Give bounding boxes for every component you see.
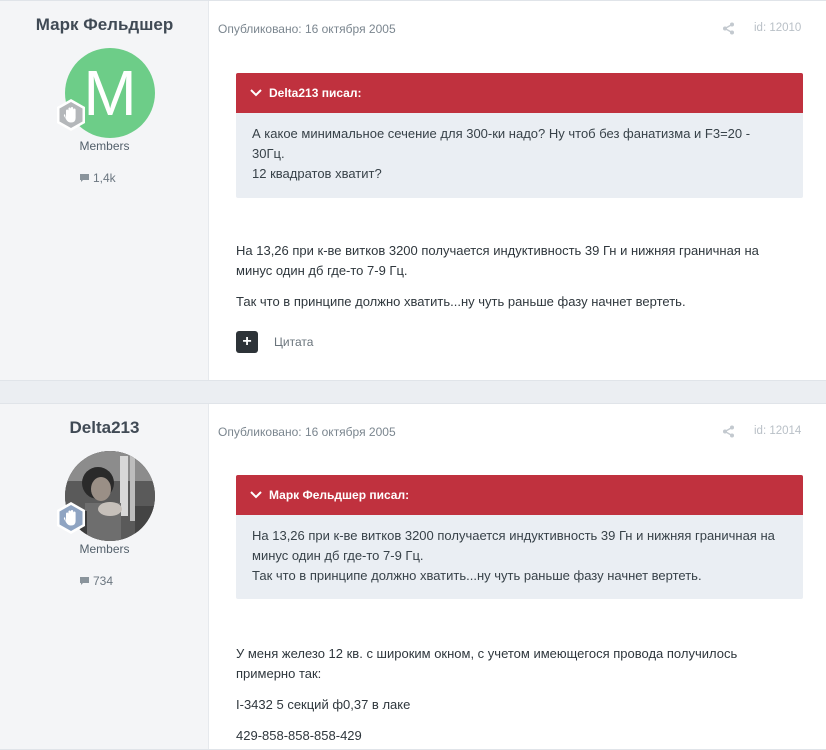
hand-badge-icon (54, 501, 88, 535)
post-paragraph: На 13,26 при к-ве витков 3200 получается… (236, 243, 759, 278)
comment-bubble-icon (80, 577, 89, 585)
member-group: Members (79, 139, 130, 153)
published-date: Опубликовано: 16 октября 2005 (218, 22, 396, 36)
share-icon[interactable] (722, 425, 735, 438)
post-count-value: 1,4k (93, 171, 116, 185)
quote-body: На 13,26 при к-ве витков 3200 получается… (236, 515, 803, 597)
author-panel: Delta213 Members 734 (0, 404, 209, 749)
share-icon[interactable] (722, 22, 735, 35)
quote-block: Марк Фельдшер писал: На 13,26 при к-ве в… (236, 475, 803, 599)
quote-line: 12 квадратов хватит? (252, 166, 382, 181)
post-body: У меня железо 12 кв. с широким окном, с … (236, 644, 796, 750)
quote-link[interactable]: Цитата (274, 335, 313, 349)
post-paragraph: 429-858-858-858-429 (236, 728, 362, 743)
author-panel: Марк Фельдшер M Members 1,4k (0, 1, 209, 380)
quote-header[interactable]: Марк Фельдшер писал: (236, 475, 803, 515)
post-count-value: 734 (93, 574, 114, 588)
quote-author: Марк Фельдшер писал: (269, 488, 410, 502)
post-body: На 13,26 при к-ве витков 3200 получается… (236, 241, 796, 323)
published-date: Опубликовано: 16 октября 2005 (218, 425, 396, 439)
chevron-down-icon (250, 89, 262, 97)
quote-body: А какое минимальное сечение для 300-ки н… (236, 113, 803, 195)
post-paragraph: I-3432 5 секций ф0,37 в лаке (236, 697, 411, 712)
post-paragraph: Так что в принципе должно хватить...ну ч… (236, 294, 686, 309)
post-1: Марк Фельдшер M Members 1,4k Опубликован… (0, 0, 826, 381)
post-count: 734 (79, 574, 113, 588)
quote-line: 30Гц. (252, 146, 285, 161)
author-name[interactable]: Delta213 (0, 418, 209, 438)
quote-block: Delta213 писал: А какое минимальное сече… (236, 73, 803, 198)
post-id[interactable]: id: 12010 (754, 22, 801, 34)
quote-line: На 13,26 при к-ве витков 3200 получается… (252, 528, 775, 543)
post-id[interactable]: id: 12014 (754, 425, 801, 437)
hand-badge-icon (54, 98, 88, 132)
quote-line: А какое минимальное сечение для 300-ки н… (252, 126, 751, 141)
comment-bubble-icon (80, 174, 89, 182)
quote-header[interactable]: Delta213 писал: (236, 73, 803, 113)
author-name[interactable]: Марк Фельдшер (0, 15, 209, 35)
quote-line: минус один дб где-то 7-9 Гц. (252, 548, 424, 563)
quote-line: Так что в принципе должно хватить...ну ч… (252, 568, 702, 583)
member-group: Members (79, 542, 130, 556)
multiquote-button[interactable]: + (236, 331, 258, 353)
chevron-down-icon (250, 491, 262, 499)
quote-author: Delta213 писал: (269, 86, 362, 100)
post-2: Delta213 Members 734 Опубликовано: 16 ок… (0, 403, 826, 750)
post-count: 1,4k (79, 171, 116, 185)
post-paragraph: У меня железо 12 кв. с широким окном, с … (236, 646, 738, 681)
